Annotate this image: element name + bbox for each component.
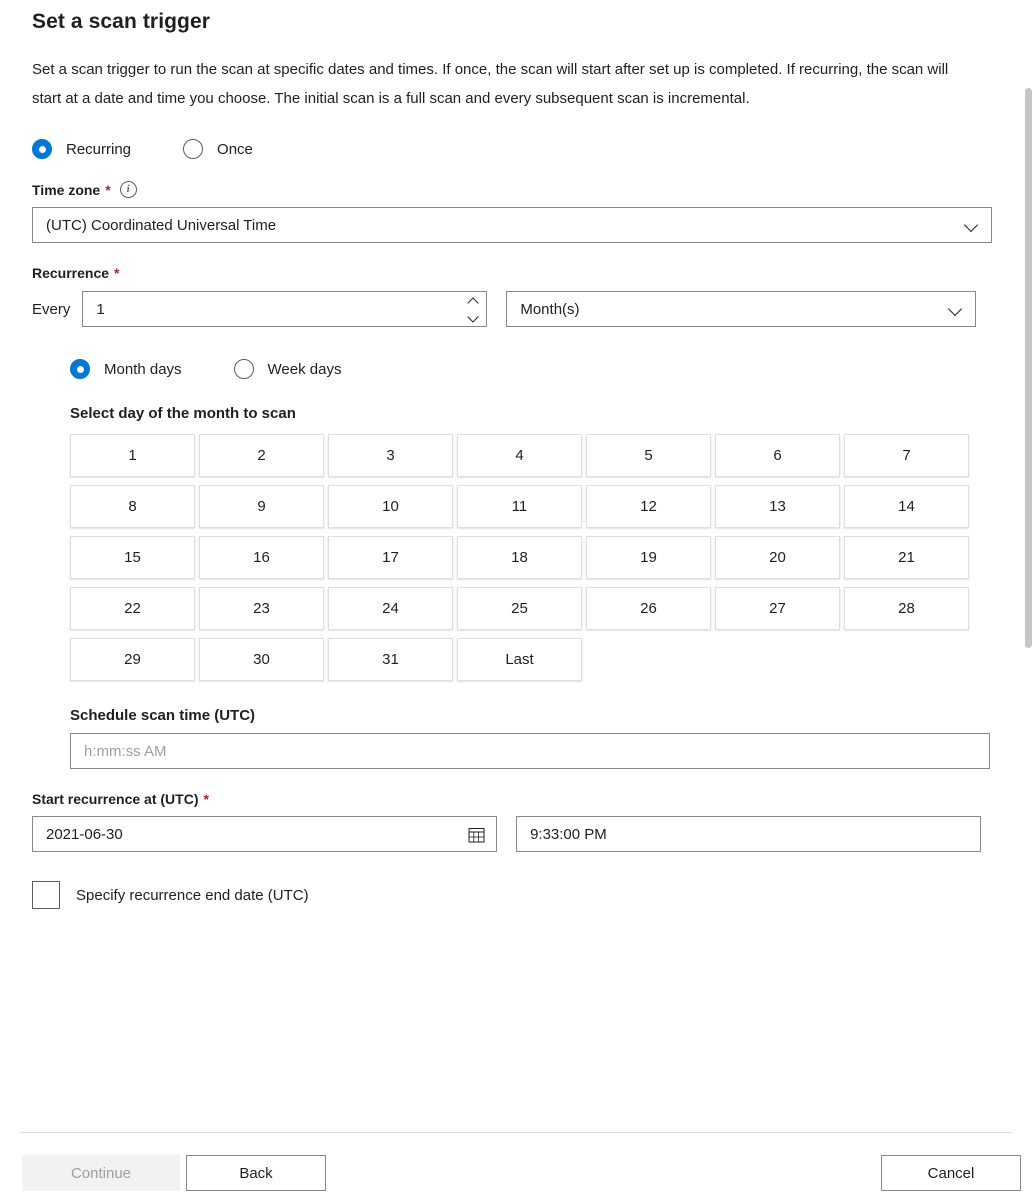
scrollbar-thumb[interactable] <box>1025 88 1032 648</box>
day-cell[interactable]: 9 <box>199 485 324 528</box>
recurrence-mode-radio-group: Month days Week days <box>70 359 981 379</box>
schedule-scan-time-label: Schedule scan time (UTC) <box>70 707 256 724</box>
radio-once-indicator-icon <box>183 139 204 159</box>
cancel-button[interactable]: Cancel <box>881 1155 1021 1191</box>
radio-month-days[interactable]: Month days <box>70 359 182 379</box>
recurrence-interval-value: 1 <box>96 300 105 318</box>
start-recurrence-required-marker: * <box>203 791 209 807</box>
recurrence-end-date-checkbox[interactable] <box>32 881 60 909</box>
radio-month-days-label: Month days <box>104 360 182 378</box>
dialog-footer: Continue Back Cancel <box>0 1133 1021 1202</box>
day-cell[interactable]: 8 <box>70 485 195 528</box>
day-cell[interactable]: 13 <box>715 485 840 528</box>
recurrence-unit-select[interactable]: Month(s) <box>506 291 977 327</box>
recurrence-end-date-row[interactable]: Specify recurrence end date (UTC) <box>32 881 981 909</box>
start-recurrence-label-row: Start recurrence at (UTC) * <box>32 791 981 807</box>
chevron-down-icon <box>469 313 478 322</box>
calendar-icon[interactable] <box>468 826 485 843</box>
day-cell[interactable]: 10 <box>328 485 453 528</box>
radio-recurring-label: Recurring <box>66 140 132 158</box>
recurrence-label: Recurrence <box>32 265 110 281</box>
day-of-month-grid: 1 2 3 4 5 6 7 8 9 10 11 12 13 14 15 16 1… <box>70 434 981 681</box>
radio-month-days-indicator-icon <box>70 359 90 379</box>
day-cell[interactable]: 30 <box>199 638 324 681</box>
recurrence-detail-section: Month days Week days Select day of the m… <box>70 359 990 769</box>
time-zone-selected-value: (UTC) Coordinated Universal Time <box>46 216 277 234</box>
time-zone-required-marker: * <box>105 181 111 198</box>
day-cell[interactable]: 15 <box>70 536 195 579</box>
time-zone-label: Time zone <box>32 181 101 198</box>
start-recurrence-label: Start recurrence at (UTC) <box>32 791 199 807</box>
trigger-mode-radio-group: Recurring Once <box>32 139 981 159</box>
start-time-input[interactable]: 9:33:00 PM <box>516 816 981 852</box>
radio-once[interactable]: Once <box>183 139 253 159</box>
day-cell[interactable]: 28 <box>844 587 969 630</box>
time-zone-select[interactable]: (UTC) Coordinated Universal Time <box>32 207 992 243</box>
day-cell[interactable]: 6 <box>715 434 840 477</box>
day-cell[interactable]: 7 <box>844 434 969 477</box>
recurrence-interval-row: Every 1 Month(s) <box>32 291 981 327</box>
day-cell[interactable]: 24 <box>328 587 453 630</box>
day-cell[interactable]: 21 <box>844 536 969 579</box>
day-cell[interactable]: 3 <box>328 434 453 477</box>
radio-recurring[interactable]: Recurring <box>32 139 131 159</box>
day-cell[interactable]: 22 <box>70 587 195 630</box>
chevron-down-icon <box>948 301 964 317</box>
day-cell[interactable]: 23 <box>199 587 324 630</box>
time-zone-label-row: Time zone * i <box>32 181 981 198</box>
recurrence-label-row: Recurrence * <box>32 265 981 281</box>
schedule-scan-time-placeholder: h:mm:ss AM <box>84 742 167 760</box>
day-cell[interactable]: 19 <box>586 536 711 579</box>
schedule-scan-time-input[interactable]: h:mm:ss AM <box>70 733 990 769</box>
radio-once-label: Once <box>217 140 253 158</box>
dialog-description: Set a scan trigger to run the scan at sp… <box>32 61 949 107</box>
page-title: Set a scan trigger <box>32 10 211 33</box>
radio-recurring-indicator-icon <box>32 139 52 159</box>
recurrence-end-date-label: Specify recurrence end date (UTC) <box>76 886 309 904</box>
start-date-input[interactable]: 2021-06-30 <box>32 816 498 852</box>
radio-week-days[interactable]: Week days <box>233 359 342 379</box>
day-cell[interactable]: 27 <box>715 587 840 630</box>
back-button[interactable]: Back <box>186 1155 326 1191</box>
info-icon[interactable]: i <box>119 181 137 198</box>
day-cell[interactable]: 18 <box>457 536 582 579</box>
day-cell[interactable]: 16 <box>199 536 324 579</box>
start-time-value: 9:33:00 PM <box>530 825 607 843</box>
continue-button[interactable]: Continue <box>22 1155 180 1191</box>
day-cell[interactable]: 2 <box>199 434 324 477</box>
chevron-up-icon <box>469 296 478 305</box>
day-cell[interactable]: 11 <box>457 485 582 528</box>
day-cell[interactable]: 29 <box>70 638 195 681</box>
day-cell[interactable]: 1 <box>70 434 195 477</box>
day-cell[interactable]: 12 <box>586 485 711 528</box>
radio-week-days-indicator-icon <box>233 359 254 379</box>
day-cell[interactable]: 4 <box>457 434 582 477</box>
recurrence-unit-value: Month(s) <box>520 300 580 318</box>
day-cell[interactable]: 14 <box>844 485 969 528</box>
day-cell[interactable]: 17 <box>328 536 453 579</box>
day-cell[interactable]: 31 <box>328 638 453 681</box>
stepper-buttons <box>461 292 485 326</box>
radio-week-days-label: Week days <box>267 360 342 378</box>
recurrence-required-marker: * <box>114 265 120 281</box>
dialog-content: Set a scan trigger Set a scan trigger to… <box>0 0 1013 909</box>
stepper-increment-button[interactable] <box>461 292 485 309</box>
chevron-down-icon <box>964 217 980 233</box>
start-date-value: 2021-06-30 <box>46 825 123 843</box>
recurrence-interval-stepper[interactable]: 1 <box>82 291 488 327</box>
vertical-scrollbar[interactable] <box>1023 0 1033 1202</box>
start-recurrence-row: 2021-06-30 9:33:00 PM <box>32 816 981 852</box>
day-cell[interactable]: 25 <box>457 587 582 630</box>
scan-trigger-dialog: Set a scan trigger Set a scan trigger to… <box>0 0 1033 1202</box>
day-cell[interactable]: 20 <box>715 536 840 579</box>
day-cell[interactable]: 26 <box>586 587 711 630</box>
stepper-decrement-button[interactable] <box>461 309 485 326</box>
day-cell[interactable]: 5 <box>586 434 711 477</box>
day-cell-last[interactable]: Last <box>457 638 582 681</box>
every-label: Every <box>32 300 71 318</box>
day-picker-label: Select day of the month to scan <box>70 405 296 422</box>
